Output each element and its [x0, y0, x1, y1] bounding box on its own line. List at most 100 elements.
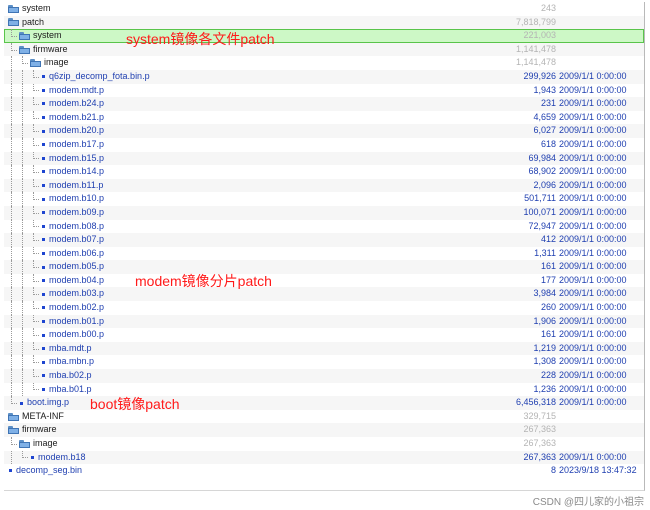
tree-node[interactable]: image	[30, 56, 69, 70]
tree-node[interactable]: modem.b09.p	[41, 206, 104, 220]
file-icon	[42, 75, 45, 79]
folder-row[interactable]: patch 7,818,799	[4, 15, 644, 30]
tree-node[interactable]: modem.b00.p	[41, 328, 104, 342]
file-row[interactable]: modem.b04.p 177 2009/1/1 0:00:00	[4, 273, 644, 288]
item-size: 72,947	[528, 220, 556, 231]
file-icon	[42, 265, 45, 269]
tree-node[interactable]: modem.b05.p	[41, 260, 104, 274]
tree-node[interactable]: firmware	[19, 43, 68, 57]
tree-node[interactable]: META-INF	[8, 410, 64, 424]
file-row[interactable]: modem.b06.p 1,311 2009/1/1 0:00:00	[4, 246, 644, 261]
folder-row[interactable]: image 267,363	[4, 437, 644, 451]
tree-line	[11, 301, 12, 315]
file-row[interactable]: mba.b01.p 1,236 2009/1/1 0:00:00	[4, 382, 644, 397]
tree-node[interactable]: modem.b21.p	[41, 111, 104, 125]
file-icon	[42, 306, 45, 310]
item-size: 221,003	[523, 30, 556, 41]
tree-node[interactable]: image	[19, 437, 58, 451]
tree-node[interactable]: modem.b20.p	[41, 124, 104, 138]
folder-row[interactable]: system 221,003	[4, 29, 644, 43]
tree-node[interactable]: modem.b18	[30, 451, 86, 465]
tree-node[interactable]: firmware	[8, 423, 57, 437]
item-name: modem.b05.p	[49, 261, 105, 272]
tree-line	[33, 301, 39, 309]
tree-line	[33, 151, 39, 160]
file-row[interactable]: modem.b15.p 69,984 2009/1/1 0:00:00	[4, 151, 644, 166]
tree-line	[11, 205, 12, 220]
item-name: mba.b02.p	[49, 370, 92, 381]
file-row[interactable]: modem.b05.p 161 2009/1/1 0:00:00	[4, 260, 644, 274]
tree-node[interactable]: system	[19, 29, 62, 43]
file-row[interactable]: modem.b03.p 3,984 2009/1/1 0:00:00	[4, 287, 644, 302]
file-row[interactable]: modem.b02.p 260 2009/1/1 0:00:00	[4, 301, 644, 315]
tree-node[interactable]: modem.b24.p	[41, 97, 104, 111]
tree-node[interactable]: boot.img.p	[19, 396, 69, 410]
file-row[interactable]: modem.mdt.p 1,943 2009/1/1 0:00:00	[4, 83, 644, 98]
tree-node[interactable]: modem.b02.p	[41, 301, 104, 315]
item-size: 329,715	[523, 410, 556, 421]
file-row[interactable]: modem.b18 267,363 2009/1/1 0:00:00	[4, 450, 644, 465]
tree-node[interactable]: modem.b17.p	[41, 138, 104, 152]
item-name: modem.b01.p	[49, 315, 105, 326]
tree-node[interactable]: patch	[8, 16, 44, 30]
tree-node[interactable]: modem.b04.p	[41, 274, 104, 288]
file-row[interactable]: modem.b24.p 231 2009/1/1 0:00:00	[4, 97, 644, 111]
file-row[interactable]: modem.b09.p 100,071 2009/1/1 0:00:00	[4, 205, 644, 220]
tree-node[interactable]: modem.b07.p	[41, 233, 104, 247]
item-size: 243	[540, 3, 556, 13]
tree-node[interactable]: mba.mbn.p	[41, 355, 94, 369]
file-row[interactable]: modem.b08.p 72,947 2009/1/1 0:00:00	[4, 219, 644, 234]
tree-node[interactable]: decomp_seg.bin	[8, 464, 82, 478]
file-icon	[42, 251, 45, 255]
item-date: 2009/1/1 0:00:00	[559, 138, 627, 149]
file-row[interactable]: modem.b07.p 412 2009/1/1 0:00:00	[4, 233, 644, 247]
folder-row[interactable]: image 1,141,478	[4, 56, 644, 70]
item-date: 2009/1/1 0:00:00	[559, 451, 627, 462]
folder-row[interactable]: firmware 1,141,478	[4, 42, 644, 57]
tree-node[interactable]: modem.b01.p	[41, 315, 104, 329]
tree-node[interactable]: modem.mdt.p	[41, 84, 104, 98]
item-name: modem.b18	[38, 451, 86, 462]
file-row[interactable]: mba.b02.p 228 2009/1/1 0:00:00	[4, 369, 644, 383]
file-row[interactable]: modem.b01.p 1,906 2009/1/1 0:00:00	[4, 314, 644, 329]
item-name: image	[33, 438, 58, 448]
item-size: 1,141,478	[515, 43, 556, 54]
tree-node[interactable]: modem.b08.p	[41, 220, 104, 234]
tree-line	[22, 341, 23, 356]
file-row[interactable]: decomp_seg.bin 8 2023/9/18 13:47:32	[4, 464, 644, 478]
file-row[interactable]: mba.mbn.p 1,308 2009/1/1 0:00:00	[4, 355, 644, 370]
tree-node[interactable]: modem.b14.p	[41, 165, 104, 179]
tree-line	[22, 233, 23, 247]
folder-row[interactable]: firmware 267,363	[4, 423, 644, 437]
tree-line	[11, 382, 12, 397]
file-row[interactable]: modem.b11.p 2,096 2009/1/1 0:00:00	[4, 178, 644, 193]
item-size: 228	[540, 370, 556, 381]
folder-row[interactable]: system 243	[4, 2, 644, 16]
item-name: modem.b04.p	[49, 274, 105, 285]
tree-node[interactable]: modem.b11.p	[41, 179, 103, 193]
file-row[interactable]: q6zip_decomp_fota.bin.p 299,926 2009/1/1 0…	[4, 69, 644, 84]
tree-line	[33, 69, 39, 78]
item-size: 231	[540, 98, 556, 109]
tree-line	[22, 273, 23, 288]
tree-node[interactable]: q6zip_decomp_fota.bin.p	[41, 70, 150, 84]
file-row[interactable]: modem.b17.p 618 2009/1/1 0:00:00	[4, 137, 644, 152]
item-name: modem.b24.p	[49, 98, 105, 109]
tree-node[interactable]: system	[8, 2, 51, 16]
file-row[interactable]: modem.b10.p 501,711 2009/1/1 0:00:00	[4, 192, 644, 206]
file-row[interactable]: modem.b00.p 161 2009/1/1 0:00:00	[4, 328, 644, 342]
tree-node[interactable]: mba.b02.p	[41, 369, 92, 383]
file-row[interactable]: modem.b20.p 6,027 2009/1/1 0:00:00	[4, 124, 644, 138]
tree-node[interactable]: mba.b01.p	[41, 383, 92, 397]
tree-node[interactable]: modem.b06.p	[41, 247, 104, 261]
item-date: 2009/1/1 0:00:00	[559, 370, 627, 381]
file-row[interactable]: modem.b21.p 4,659 2009/1/1 0:00:00	[4, 110, 644, 125]
tree-node[interactable]: modem.b15.p	[41, 152, 104, 166]
tree-line	[33, 246, 39, 255]
open-folder-icon	[19, 31, 30, 40]
tree-node[interactable]: mba.mdt.p	[41, 342, 92, 356]
tree-node[interactable]: modem.b03.p	[41, 287, 104, 301]
file-row[interactable]: mba.mdt.p 1,219 2009/1/1 0:00:00	[4, 341, 644, 356]
file-row[interactable]: modem.b14.p 68,902 2009/1/1 0:00:00	[4, 165, 644, 179]
tree-node[interactable]: modem.b10.p	[41, 192, 104, 206]
